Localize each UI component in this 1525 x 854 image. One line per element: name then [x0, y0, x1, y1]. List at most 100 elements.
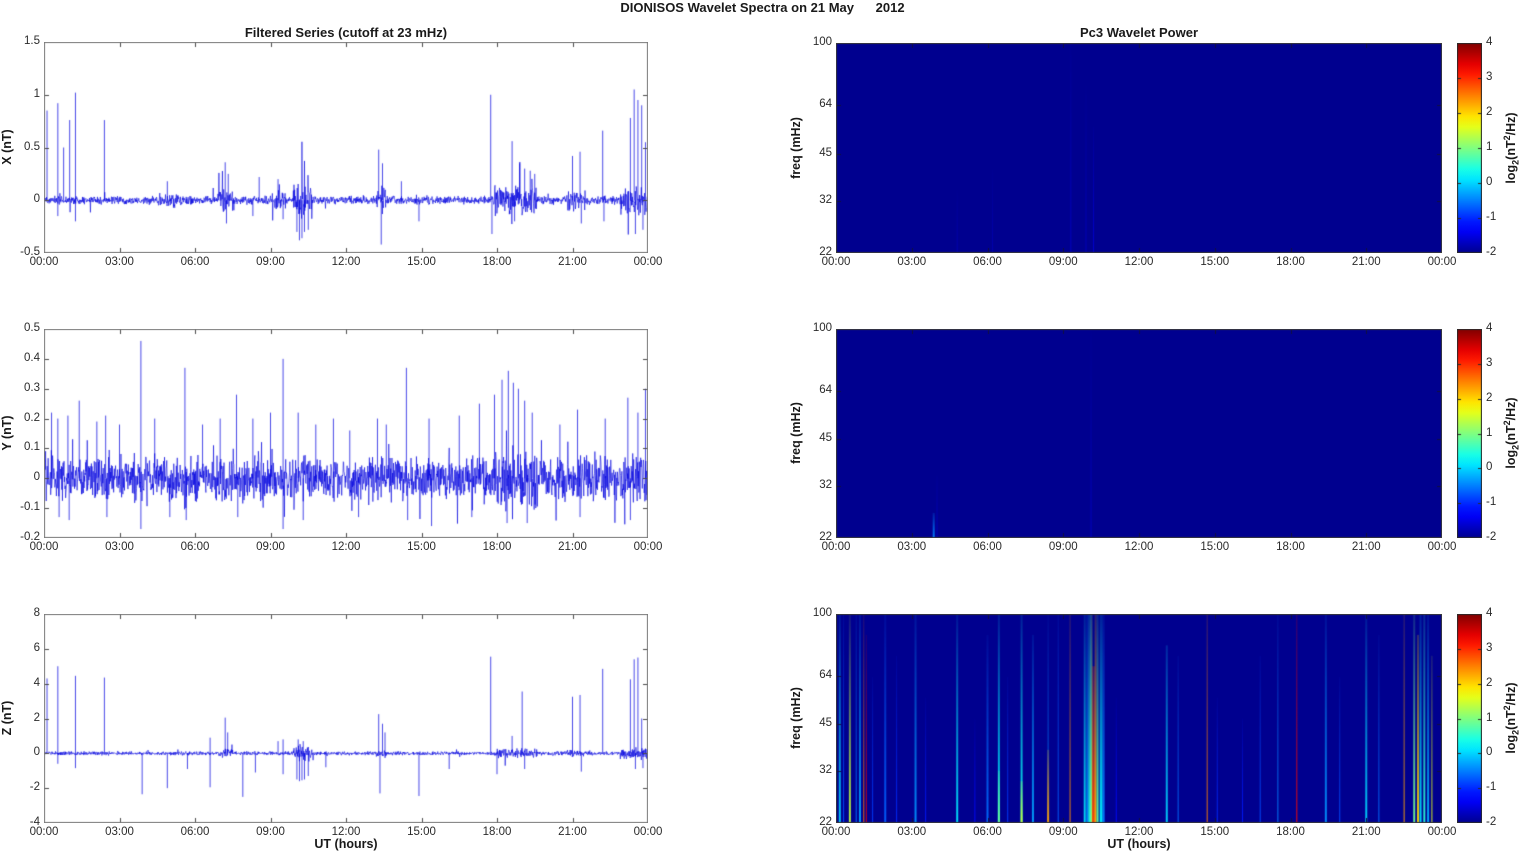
tick-label: 0 — [33, 746, 40, 759]
tick-label: 18:00 — [482, 541, 512, 553]
tick-label: 18:00 — [1276, 826, 1305, 838]
tick-label: 45 — [819, 717, 832, 730]
tick-label: 00:00 — [633, 256, 663, 268]
tick-label: 6 — [33, 641, 40, 654]
tick-label: 00:00 — [29, 541, 59, 553]
tick-label: -1 — [1486, 781, 1497, 794]
tick-label: 00:00 — [633, 541, 663, 553]
tick-label: 4 — [33, 676, 40, 689]
tick-label: 0.2 — [24, 411, 40, 424]
tick-label: 21:00 — [558, 256, 587, 268]
tick-label: 0.4 — [24, 351, 40, 364]
tick-label: 45 — [819, 432, 832, 445]
tick-label: 15:00 — [1200, 541, 1230, 553]
tick-label: 2 — [1486, 676, 1493, 689]
tick-label: 2 — [1486, 391, 1493, 404]
tick-label: 00:00 — [29, 826, 59, 838]
tick-label: 03:00 — [105, 256, 134, 268]
tick-label: 00:00 — [821, 826, 851, 838]
tick-label: 03:00 — [105, 541, 134, 553]
tick-label: -1 — [1486, 496, 1497, 509]
tick-label: 3 — [1486, 641, 1493, 654]
tick-label: 2 — [1486, 106, 1493, 118]
tick-label: 4 — [1486, 607, 1493, 619]
tick-label: 09:00 — [1048, 256, 1078, 268]
tick-label: 0.3 — [24, 381, 40, 394]
tick-label: 8 — [33, 607, 40, 619]
tick-label: 06:00 — [180, 541, 210, 553]
tick-label: 15:00 — [1200, 256, 1230, 268]
tick-label: 21:00 — [558, 541, 587, 553]
tick-label: 100 — [812, 607, 832, 619]
tick-label: 00:00 — [1427, 541, 1457, 553]
tick-label: 09:00 — [1048, 541, 1078, 553]
tick-label: 0 — [1486, 746, 1493, 759]
tick-label: 06:00 — [973, 541, 1002, 553]
tick-label: -2 — [1486, 816, 1497, 828]
tick-label: 3 — [1486, 71, 1493, 83]
tick-label: 32 — [819, 479, 832, 492]
tick-label: 03:00 — [897, 541, 927, 553]
tick-label: 09:00 — [256, 256, 285, 268]
tick-label: 21:00 — [558, 826, 587, 838]
tick-label: 64 — [819, 668, 832, 681]
tick-label: 12:00 — [331, 256, 361, 268]
figure-root: DIONISOS Wavelet Spectra on 21 May 2012 … — [0, 0, 1525, 854]
tick-label: 00:00 — [29, 256, 59, 268]
tick-label: 0 — [33, 471, 40, 484]
tick-label: 06:00 — [180, 256, 210, 268]
tick-label: 15:00 — [407, 541, 436, 553]
tick-label: 18:00 — [482, 826, 512, 838]
tick-label: 00:00 — [1427, 256, 1457, 268]
tick-label: 64 — [819, 383, 832, 396]
tick-label: 12:00 — [1124, 826, 1154, 838]
tick-label: 45 — [819, 146, 832, 159]
tick-label: 03:00 — [897, 826, 927, 838]
tick-label: 00:00 — [633, 826, 663, 838]
tick-label: 1 — [1486, 141, 1493, 153]
tick-label: -2 — [29, 781, 40, 794]
tick-label: -0.1 — [20, 501, 40, 514]
tick-label: 1.5 — [24, 35, 40, 47]
tick-label: 09:00 — [256, 541, 285, 553]
tick-label: 0.5 — [24, 322, 40, 334]
tick-labels-layer: -0.5 0 0.5 1 1.5 00:00 03:00 06:00 09:00 12:00 15:… — [0, 0, 1525, 854]
tick-label: 12:00 — [331, 541, 361, 553]
tick-label: 15:00 — [407, 826, 436, 838]
tick-label: 64 — [819, 97, 832, 110]
tick-label: 12:00 — [331, 826, 361, 838]
tick-label: 2 — [33, 711, 40, 724]
tick-label: 21:00 — [1351, 826, 1381, 838]
tick-label: 15:00 — [1200, 826, 1230, 838]
tick-label: 18:00 — [1276, 541, 1305, 553]
tick-label: 09:00 — [1048, 826, 1078, 838]
tick-label: -1 — [1486, 211, 1497, 223]
tick-label: 03:00 — [897, 256, 927, 268]
tick-label: 4 — [1486, 322, 1493, 334]
tick-label: 1 — [33, 87, 40, 100]
tick-label: 0 — [33, 193, 40, 206]
tick-label: 06:00 — [973, 256, 1002, 268]
tick-label: 15:00 — [407, 256, 436, 268]
tick-label: 0 — [1486, 176, 1493, 188]
tick-label: 00:00 — [821, 541, 851, 553]
tick-label: 32 — [819, 764, 832, 777]
tick-label: 1 — [1486, 426, 1493, 439]
tick-label: 100 — [812, 36, 832, 48]
tick-label: 00:00 — [821, 256, 851, 268]
tick-label: 12:00 — [1124, 541, 1154, 553]
tick-label: 0.5 — [24, 140, 40, 153]
tick-label: 18:00 — [482, 256, 512, 268]
tick-label: 3 — [1486, 356, 1493, 369]
tick-label: 32 — [819, 194, 832, 207]
tick-label: 06:00 — [973, 826, 1002, 838]
tick-label: 18:00 — [1276, 256, 1305, 268]
tick-label: 09:00 — [256, 826, 285, 838]
tick-label: 12:00 — [1124, 256, 1154, 268]
tick-label: 0.1 — [24, 441, 40, 454]
tick-label: 00:00 — [1427, 826, 1457, 838]
tick-label: -2 — [1486, 531, 1497, 543]
tick-label: 21:00 — [1351, 256, 1381, 268]
tick-label: 06:00 — [180, 826, 210, 838]
tick-label: 0 — [1486, 461, 1493, 474]
